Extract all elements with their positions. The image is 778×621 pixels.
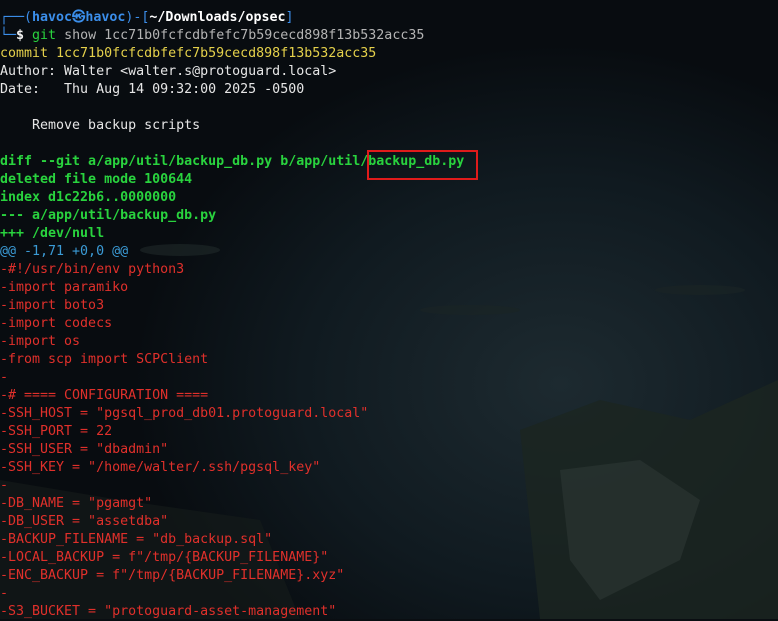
command-args: show 1cc71b0fcfcdbfefc7b59cecd898f13b532… — [64, 28, 425, 43]
removed-line: - — [0, 370, 9, 385]
prompt-user-host: havoc㉿havoc — [32, 10, 126, 25]
prompt-path: ~/Downloads/opsec — [149, 10, 286, 25]
command-git: git — [32, 28, 57, 43]
removed-line: -DB_NAME = "pgamgt" — [0, 496, 153, 511]
removed-line: -#!/usr/bin/env python3 — [0, 262, 185, 277]
prompt-dollar: $ — [16, 28, 25, 43]
prompt-line-2: └─$ git show 1cc71b0fcfcdbfefc7b59cecd89… — [0, 27, 778, 45]
removed-line: -import boto3 — [0, 298, 105, 313]
removed-line: -LOCAL_BACKUP = f"/tmp/{BACKUP_FILENAME}… — [0, 550, 329, 565]
prompt-corner-bottom: └─ — [0, 28, 17, 43]
plus-file-line: +++ /dev/null — [0, 226, 105, 241]
removed-line: -import paramiko — [0, 280, 129, 295]
removed-line: -from scp import SCPClient — [0, 352, 209, 367]
removed-line: -import os — [0, 334, 81, 349]
minus-file-line: --- a/app/util/backup_db.py — [0, 208, 217, 223]
hunk-header-line: @@ -1,71 +0,0 @@ — [0, 244, 129, 259]
removed-line: -# ==== CONFIGURATION ==== — [0, 388, 209, 403]
removed-line: -ENC_BACKUP = f"/tmp/{BACKUP_FILENAME}.x… — [0, 568, 345, 583]
prompt-separator: )-[ — [125, 10, 150, 25]
removed-line: - — [0, 586, 9, 601]
terminal-output[interactable]: ┌──(havoc㉿havoc)-[~/Downloads/opsec] └─$… — [0, 9, 778, 621]
diff-git-prefix: diff --git a/app/util/backup_db.py b/app… — [0, 154, 369, 169]
removed-line: - — [0, 478, 9, 493]
prompt-corner-top: ┌──( — [0, 10, 33, 25]
commit-message-line: Remove backup scripts — [0, 118, 201, 133]
removed-line: -SSH_PORT = 22 — [0, 424, 113, 439]
removed-line: -BACKUP_FILENAME = "db_backup.sql" — [0, 532, 273, 547]
removed-line: -DB_USER = "assetdba" — [0, 514, 169, 529]
removed-line: -SSH_KEY = "/home/walter/.ssh/pgsql_key" — [0, 460, 321, 475]
removed-line: -import codecs — [0, 316, 113, 331]
highlight-box — [367, 150, 478, 180]
removed-line: -S3_BUCKET = "protoguard-asset-managemen… — [0, 604, 337, 619]
removed-line: -SSH_USER = "dbadmin" — [0, 442, 169, 457]
removed-line: -SSH_HOST = "pgsql_prod_db01.protoguard.… — [0, 406, 369, 421]
index-line: index d1c22b6..0000000 — [0, 190, 177, 205]
commit-date-line: Date: Thu Aug 14 09:32:00 2025 -0500 — [0, 82, 305, 97]
prompt-close-bracket: ] — [285, 10, 294, 25]
prompt-line-1: ┌──(havoc㉿havoc)-[~/Downloads/opsec] — [0, 9, 778, 27]
commit-hash-line: commit 1cc71b0fcfcdbfefc7b59cecd898f13b5… — [0, 46, 377, 61]
commit-author-line: Author: Walter <walter.s@protoguard.loca… — [0, 64, 337, 79]
